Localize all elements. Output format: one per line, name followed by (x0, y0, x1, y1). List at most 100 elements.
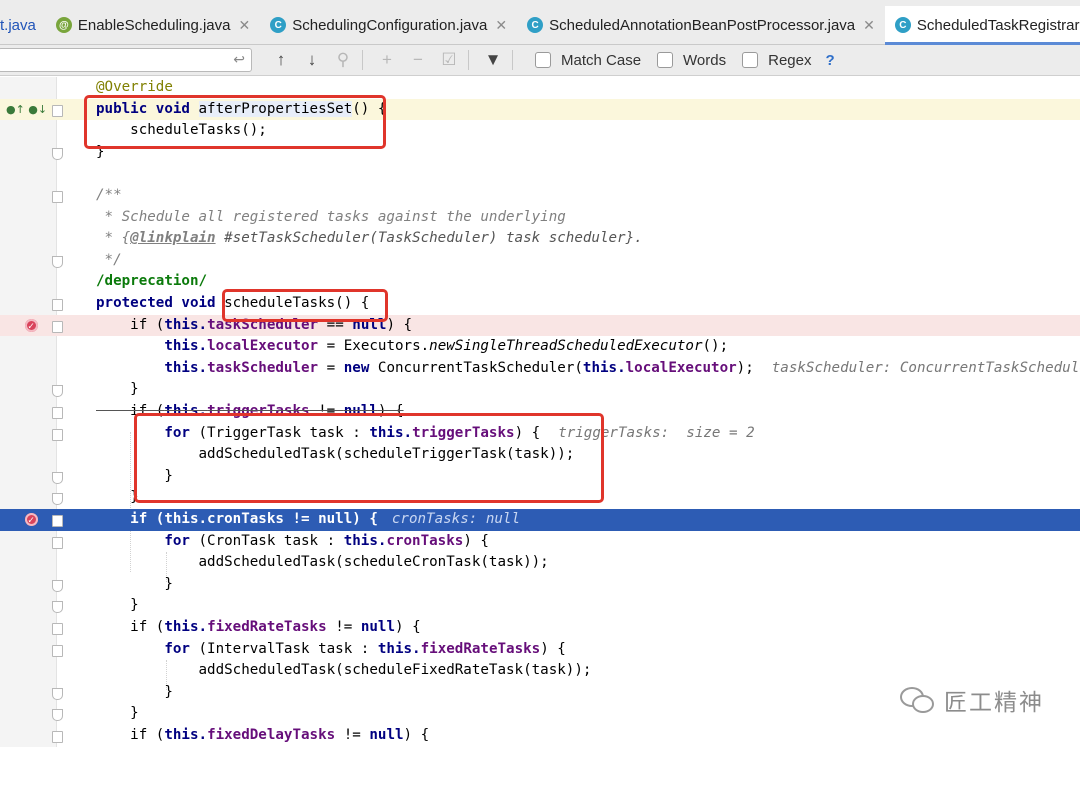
code-text: for (96, 640, 190, 657)
breakpoint-icon[interactable] (25, 510, 38, 532)
fold-icon[interactable] (52, 147, 63, 160)
code-line[interactable]: * Schedule all registered tasks against … (0, 207, 1080, 229)
fold-icon[interactable] (52, 255, 63, 268)
checkbox-box[interactable] (535, 52, 551, 68)
fold-icon[interactable] (52, 385, 63, 398)
close-icon[interactable]: ✕ (495, 17, 507, 34)
tab-label: ScheduledAnnotationBeanPostProcessor.jav… (549, 16, 856, 34)
fold-icon[interactable] (52, 644, 63, 657)
code-text: ) { (386, 316, 413, 333)
help-icon[interactable]: ? (825, 52, 834, 69)
search-input[interactable]: ↩ (0, 48, 252, 72)
tab-partial[interactable]: t.java (0, 6, 46, 44)
filter-icon[interactable]: ▼ (480, 50, 506, 70)
code-line[interactable]: } (0, 379, 1080, 401)
code-text: ) { (403, 727, 430, 743)
code-line[interactable]: /deprecation/ (0, 271, 1080, 293)
breakpoint-icon[interactable] (25, 316, 38, 337)
code-text: localExecutor (625, 359, 737, 376)
code-line[interactable]: } (0, 574, 1080, 596)
fold-icon[interactable] (52, 731, 63, 743)
tab-scheduled-task-registrar[interactable]: C ScheduledTaskRegistrar.java (884, 6, 1080, 45)
checkbox-label: Regex (768, 51, 812, 69)
annotation-box (134, 413, 604, 503)
find-all-icon[interactable]: ⚲ (330, 50, 356, 70)
regex-checkbox[interactable]: Regex (742, 52, 811, 69)
code-text: fixedRateTasks (207, 619, 327, 635)
code-text: */ (96, 251, 122, 268)
code-line[interactable]: } (0, 595, 1080, 617)
code-line[interactable]: for (CronTask task : this.cronTasks) { (0, 531, 1080, 553)
tab-scheduled-annotation-bpp[interactable]: C ScheduledAnnotationBeanPostProcessor.j… (517, 6, 885, 44)
code-text: } (96, 683, 173, 700)
class-file-icon: C (894, 17, 911, 33)
annotation-box (222, 289, 388, 322)
code-line[interactable]: if (this.fixedRateTasks != null) { (0, 617, 1080, 639)
code-text: addScheduledTask(scheduleFixedRateTask(t… (96, 662, 592, 679)
code-text: this. (377, 640, 421, 657)
checkbox-label: Words (683, 51, 727, 69)
code-line[interactable]: */ (0, 250, 1080, 272)
checkbox-box[interactable] (742, 52, 759, 68)
code-line[interactable]: this.localExecutor = Executors.newSingle… (0, 336, 1080, 358)
fold-icon[interactable] (52, 320, 63, 333)
fold-icon[interactable] (52, 104, 63, 117)
fold-icon[interactable] (52, 493, 63, 506)
code-text: * Schedule all registered tasks against … (96, 208, 566, 225)
code-line[interactable]: addScheduledTask(scheduleCronTask(task))… (0, 552, 1080, 574)
next-occurrence-icon[interactable]: ↓ (299, 50, 325, 70)
previous-occurrence-icon[interactable]: ↑ (268, 50, 294, 70)
fold-icon[interactable] (52, 687, 63, 700)
remove-occurrence-icon[interactable]: − (405, 50, 431, 70)
code-text: this. (164, 359, 208, 376)
code-text: #setTaskScheduler(TaskScheduler) task sc… (215, 230, 643, 247)
code-line[interactable]: addScheduledTask(scheduleFixedRateTask(t… (0, 660, 1080, 682)
code-text: } (96, 597, 139, 614)
code-line[interactable]: this.taskScheduler = new ConcurrentTaskS… (0, 358, 1080, 380)
fold-icon[interactable] (52, 428, 63, 441)
code-text: ConcurrentTaskScheduler( (369, 359, 583, 376)
code-text: } (96, 489, 139, 506)
tab-enable-scheduling[interactable]: @ EnableScheduling.java ✕ (46, 6, 260, 44)
match-case-checkbox[interactable]: Match Case (535, 52, 641, 69)
current-execution-line[interactable]: if (this.cronTasks != null) {cronTasks: … (0, 509, 1080, 532)
separator (468, 50, 469, 70)
code-text: cronTasks (386, 532, 464, 549)
fold-icon[interactable] (52, 471, 63, 484)
override-marker-icon[interactable]: ●↑ ●↓ (6, 99, 47, 121)
close-icon[interactable]: ✕ (238, 17, 250, 34)
fold-icon[interactable] (52, 407, 63, 419)
code-line[interactable]: if (this.fixedDelayTasks != null) { (0, 725, 1080, 747)
checkbox-box[interactable] (657, 52, 674, 68)
tab-scheduling-configuration[interactable]: C SchedulingConfiguration.java ✕ (260, 6, 517, 44)
code-text: this. (164, 338, 208, 355)
fold-icon[interactable] (52, 579, 63, 592)
tab-label: ScheduledTaskRegistrar.java (916, 16, 1080, 34)
code-editor[interactable]: @Override ●↑ ●↓ public void afterPropert… (0, 77, 1080, 747)
code-text: this. (164, 316, 208, 333)
code-text: (CronTask task : (189, 532, 344, 549)
code-text: (IntervalTask task : (189, 640, 378, 657)
close-icon[interactable]: ✕ (863, 17, 875, 34)
code-line[interactable]: * {@linkplain #setTaskScheduler(TaskSche… (0, 228, 1080, 250)
code-text: newSingleThreadScheduledExecutor (429, 338, 703, 355)
fold-icon[interactable] (52, 299, 63, 311)
class-file-icon: C (527, 17, 544, 33)
code-line[interactable]: protected void scheduleTasks() { (0, 293, 1080, 315)
fold-icon[interactable] (52, 515, 63, 527)
fold-icon[interactable] (52, 191, 63, 203)
watermark: 匠工精神 (900, 683, 1044, 717)
fold-icon[interactable] (52, 536, 63, 549)
fold-icon[interactable] (52, 601, 63, 614)
fold-icon[interactable] (52, 709, 63, 722)
fold-icon[interactable] (52, 623, 63, 635)
select-all-occurrences-icon[interactable]: ☑ (436, 50, 462, 70)
code-text: if ( (96, 316, 165, 333)
code-text: this. (582, 359, 626, 376)
code-line[interactable]: /** (0, 185, 1080, 207)
add-occurrence-icon[interactable]: + (374, 50, 400, 70)
code-line[interactable]: if (this.taskScheduler == null) { (0, 314, 1080, 337)
code-line[interactable]: for (IntervalTask task : this.fixedRateT… (0, 639, 1080, 661)
words-checkbox[interactable]: Words (657, 52, 726, 69)
